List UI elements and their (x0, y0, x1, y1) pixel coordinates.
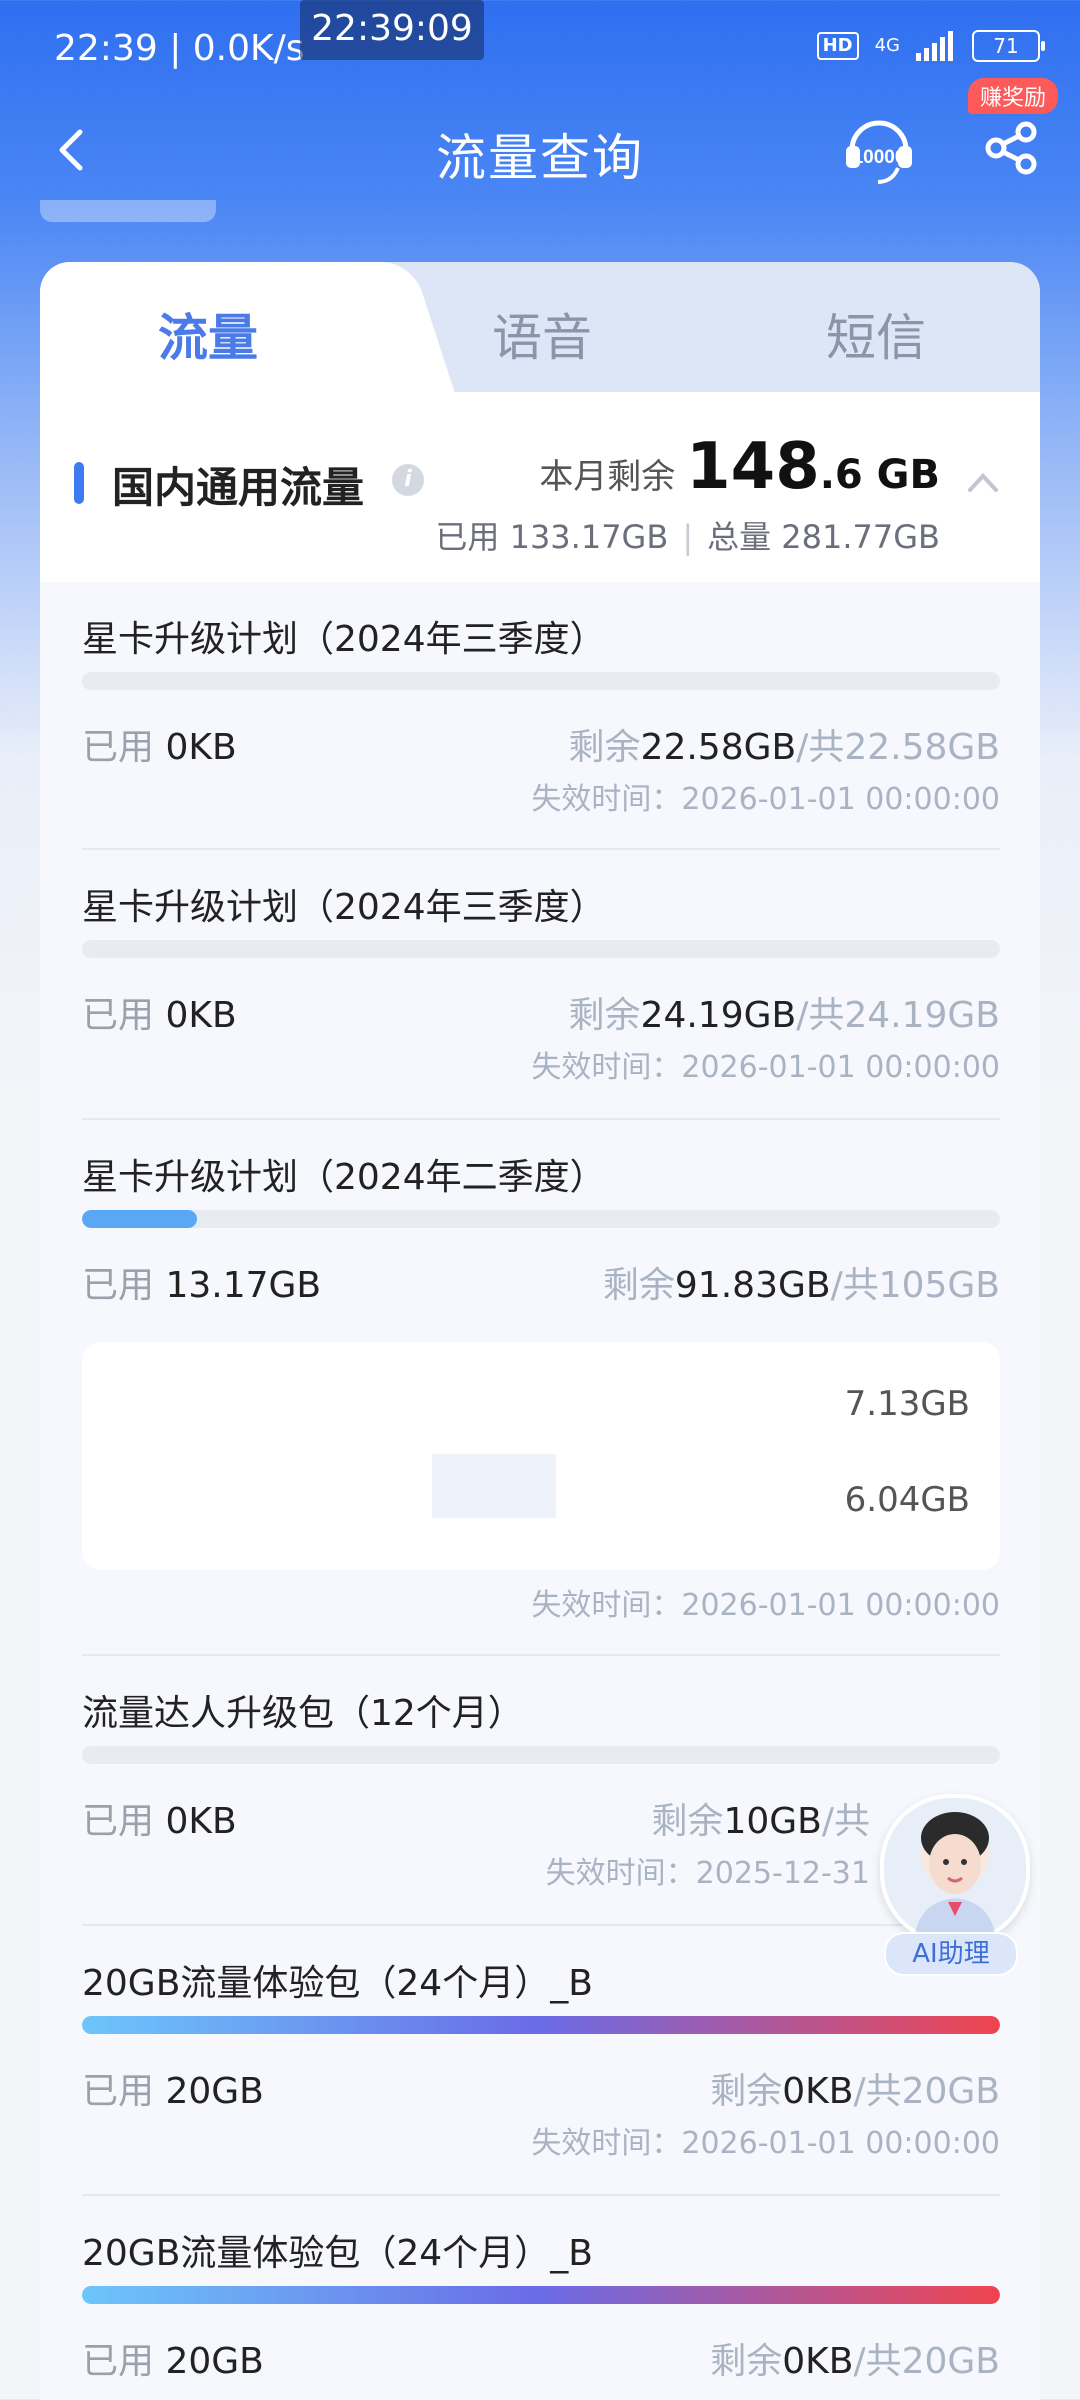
chevron-up-icon[interactable] (966, 470, 1000, 494)
list-item[interactable]: 星卡升级计划（2024年三季度） 已用 0KB 剩余22.58GB/共22.58… (82, 582, 1000, 850)
ai-assistant-button[interactable]: AI助理 (876, 1794, 1030, 1984)
used-amount: 已用 20GB (82, 2071, 264, 2112)
divider: | (682, 518, 694, 556)
expire-time: 失效时间：2026-01-01 00:00:00 (531, 1050, 1000, 1085)
remaining-amount: 剩余22.58GB/共22.58GB (568, 727, 1000, 768)
remaining-amount: 剩余0KB/共20GB (710, 2341, 1000, 2382)
package-name: 20GB流量体验包（24个月）_B (82, 2233, 593, 2274)
info-icon[interactable]: i (392, 464, 424, 496)
remaining-amount: 剩余91.83GB/共105GB (602, 1265, 1000, 1306)
remaining-amount: 剩余0KB/共20GB (710, 2071, 1000, 2112)
expire-time: 失效时间：2026-01-01 00:00:00 (531, 2126, 1000, 2161)
share-icon[interactable] (982, 118, 1042, 178)
used-amount: 已用 0KB (82, 1801, 237, 1842)
remaining-amount: 剩余10GB/共 (651, 1801, 870, 1842)
used-total: 已用 133.17GB (435, 518, 669, 556)
remain-small-value: .6 GB (819, 452, 940, 498)
banner-hint (40, 200, 216, 222)
placeholder-block (432, 1454, 556, 1518)
breakdown-value: 6.04GB (844, 1480, 970, 1520)
tab-sms[interactable]: 短信 (826, 298, 926, 370)
package-name: 20GB流量体验包（24个月）_B (82, 1963, 593, 2004)
remain-label: 本月剩余 (539, 457, 676, 497)
svg-text:10000: 10000 (853, 147, 906, 168)
progress-track (82, 1210, 1000, 1228)
progress-track (82, 2286, 1000, 2304)
remain-big-value: 148 (686, 430, 820, 504)
list-item[interactable]: 星卡升级计划（2024年二季度） 已用 13.17GB 剩余91.83GB/共1… (82, 1120, 1000, 1656)
progress-track (82, 1746, 1000, 1764)
status-icons: HD 4G 71 (816, 30, 1045, 62)
package-name: 星卡升级计划（2024年二季度） (82, 1157, 606, 1198)
status-bar: 22:39 | 0.0K/s 22:39:09 HD 4G 71 (0, 0, 1080, 100)
battery-icon: 71 (972, 30, 1045, 62)
package-list: 星卡升级计划（2024年三季度） 已用 0KB 剩余22.58GB/共22.58… (82, 582, 1000, 2400)
list-item[interactable]: 星卡升级计划（2024年三季度） 已用 0KB 剩余24.19GB/共24.19… (82, 850, 1000, 1120)
ai-assistant-label: AI助理 (884, 1932, 1018, 1976)
domestic-data-summary[interactable]: 国内通用流量 i 本月剩余 148.6 GB 已用 133.17GB | 总量 28… (40, 392, 1040, 582)
progress-track (82, 940, 1000, 958)
summary-title: 国内通用流量 (112, 463, 365, 512)
used-amount: 已用 0KB (82, 727, 237, 768)
nav-bar: 流量查询 10000 赚奖励 (0, 78, 1080, 200)
remaining-this-month: 本月剩余 148.6 GB (539, 430, 940, 504)
assistant-face-icon (914, 1812, 996, 1940)
usage-detail: 已用 133.17GB | 总量 281.77GB (435, 512, 940, 558)
list-item[interactable]: 流量达人升级包（12个月） 已用 0KB 剩余10GB/共 失效时间：2025-… (82, 1656, 1000, 1926)
progress-fill (82, 2286, 1000, 2304)
tab-voice[interactable]: 语音 (492, 298, 592, 370)
tab-bar: 流量 语音 短信 (40, 262, 1040, 402)
expire-time: 失效时间：2025-12-31 (545, 1856, 870, 1891)
used-amount: 已用 13.17GB (82, 1265, 322, 1306)
overlay-clock: 22:39:09 (300, 0, 484, 60)
progress-fill (82, 1210, 197, 1228)
usage-breakdown-box: 7.13GB 6.04GB (82, 1342, 1000, 1570)
section-marker (74, 462, 84, 504)
progress-fill (82, 2016, 1000, 2034)
network-label: 4G (874, 35, 900, 56)
package-name: 星卡升级计划（2024年三季度） (82, 619, 606, 660)
customer-service-icon[interactable]: 10000 (842, 110, 916, 188)
list-item[interactable]: 20GB流量体验包（24个月）_B 已用 20GB 剩余0KB/共20GB (82, 2196, 1000, 2400)
used-amount: 已用 0KB (82, 995, 237, 1036)
package-name: 流量达人升级包（12个月） (82, 1693, 524, 1734)
total-amount: 总量 281.77GB (707, 518, 940, 556)
used-amount: 已用 20GB (82, 2341, 264, 2382)
assistant-avatar (880, 1794, 1030, 1944)
hd-icon: HD (816, 32, 859, 60)
status-time: 22:39 | 0.0K/s (54, 28, 305, 69)
signal-icon (916, 31, 953, 61)
expire-time: 失效时间：2026-01-01 00:00:00 (531, 1588, 1000, 1623)
expire-time: 失效时间：2026-01-01 00:00:00 (531, 782, 1000, 817)
remaining-amount: 剩余24.19GB/共24.19GB (568, 995, 1000, 1036)
progress-track (82, 672, 1000, 690)
usage-card: 流量 语音 短信 国内通用流量 i 本月剩余 148.6 GB 已用 133.1… (40, 262, 1040, 2400)
list-item[interactable]: 20GB流量体验包（24个月）_B 已用 20GB 剩余0KB/共20GB 失效… (82, 1926, 1000, 2196)
tab-data[interactable]: 流量 (158, 298, 258, 370)
package-name: 星卡升级计划（2024年三季度） (82, 887, 606, 928)
progress-track (82, 2016, 1000, 2034)
reward-badge[interactable]: 赚奖励 (968, 78, 1059, 114)
page-title: 流量查询 (436, 129, 644, 187)
breakdown-value: 7.13GB (844, 1384, 970, 1424)
